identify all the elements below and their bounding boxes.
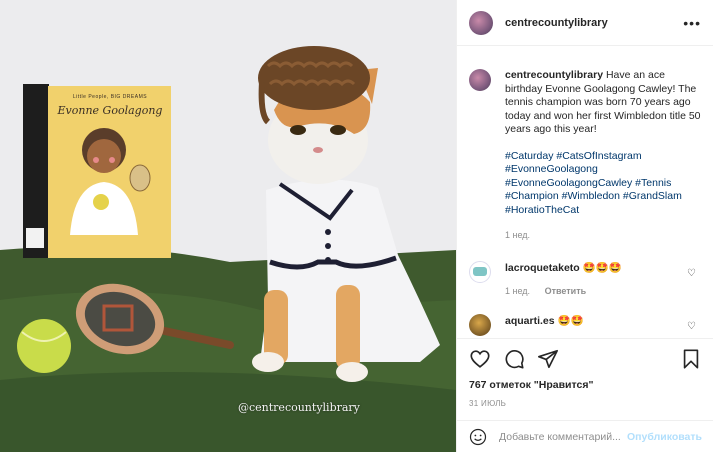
emoji-icon[interactable] bbox=[469, 428, 487, 446]
comment-body: lacroquetaketo 🤩🤩🤩 1 нед. Ответить bbox=[505, 261, 685, 296]
comment-meta: 1 нед. Ответить bbox=[505, 286, 685, 296]
caption-time[interactable]: 1 нед. bbox=[505, 230, 530, 240]
post-side-panel: centrecountylibrary ••• centrecountylibr… bbox=[456, 0, 713, 452]
comment-input[interactable] bbox=[499, 430, 625, 443]
post-header: centrecountylibrary ••• bbox=[457, 0, 713, 46]
instagram-post: Little People, BIG DREAMS Evonne Goolago… bbox=[0, 0, 713, 452]
comment-like-heart-icon[interactable]: ♡ bbox=[687, 268, 696, 279]
comment-body: aquarti.es 🤩🤩 bbox=[505, 314, 685, 336]
share-icon[interactable] bbox=[537, 348, 559, 370]
book-series-text: Little People, BIG DREAMS bbox=[72, 94, 148, 100]
more-horizontal-icon[interactable]: ••• bbox=[683, 15, 701, 31]
comment-icon[interactable] bbox=[503, 348, 525, 370]
comment-username[interactable]: lacroquetaketo bbox=[505, 262, 580, 274]
book-title-text: Evonne Goolagong bbox=[57, 104, 163, 117]
caption-body: centrecountylibrary Have an ace birthday… bbox=[505, 69, 701, 243]
likes-count[interactable]: 767 отметок "Нравится" bbox=[469, 379, 702, 391]
caption-avatar[interactable] bbox=[469, 69, 491, 91]
comment-item: aquarti.es 🤩🤩 ♡ bbox=[469, 313, 702, 336]
photo-watermark: @centrecountylibrary bbox=[238, 401, 360, 414]
author-username[interactable]: centrecountylibrary bbox=[505, 17, 683, 29]
caption-username[interactable]: centrecountylibrary bbox=[505, 69, 603, 81]
comment-text: 🤩🤩 bbox=[557, 314, 584, 327]
post-actions: 767 отметок "Нравится" 31 ИЮЛЬ bbox=[457, 338, 713, 422]
heart-icon[interactable] bbox=[469, 348, 491, 370]
comments-section: centrecountylibrary Have an ace birthday… bbox=[457, 47, 713, 337]
add-comment-bar: Опубликовать bbox=[457, 420, 713, 452]
comment-text: 🤩🤩🤩 bbox=[582, 261, 622, 274]
comment-time[interactable]: 1 нед. bbox=[505, 286, 530, 296]
caption-hashtags[interactable]: #Caturday #CatsOfInstagram #EvonneGoolag… bbox=[505, 150, 701, 218]
post-photo[interactable]: Little People, BIG DREAMS Evonne Goolago… bbox=[0, 0, 456, 452]
commenter-avatar[interactable] bbox=[469, 260, 491, 283]
photo-illustration bbox=[0, 0, 456, 452]
publish-button[interactable]: Опубликовать bbox=[627, 431, 702, 443]
reply-button[interactable]: Ответить bbox=[545, 286, 587, 296]
post-date[interactable]: 31 ИЮЛЬ bbox=[469, 399, 702, 408]
caption: centrecountylibrary Have an ace birthday… bbox=[469, 69, 702, 243]
author-avatar[interactable] bbox=[469, 10, 493, 35]
comment-like-heart-icon[interactable]: ♡ bbox=[687, 321, 696, 332]
caption-meta: 1 нед. bbox=[505, 229, 701, 243]
comment-username[interactable]: aquarti.es bbox=[505, 315, 555, 327]
comment-item: lacroquetaketo 🤩🤩🤩 1 нед. Ответить ♡ bbox=[469, 260, 702, 296]
commenter-avatar[interactable] bbox=[469, 313, 491, 336]
bookmark-icon[interactable] bbox=[680, 348, 702, 370]
action-icons bbox=[469, 347, 702, 371]
